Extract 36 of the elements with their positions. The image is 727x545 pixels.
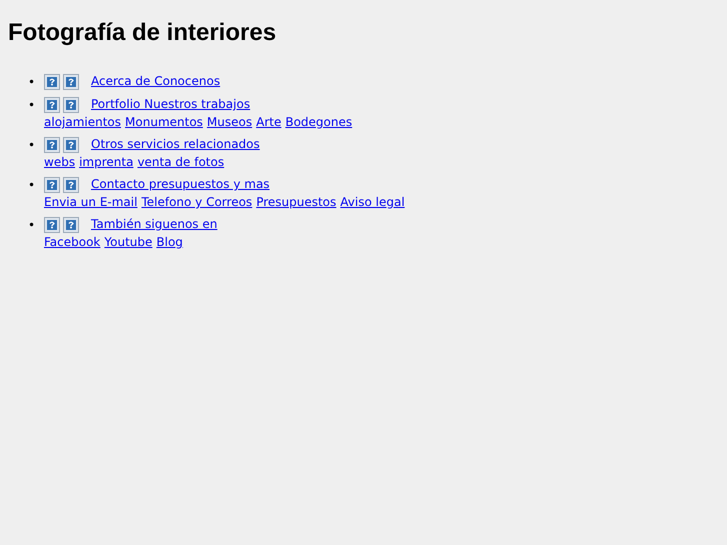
submenu-link[interactable]: venta de fotos: [137, 154, 224, 171]
submenu-link[interactable]: Arte: [256, 114, 282, 131]
submenu-link[interactable]: Monumentos: [125, 114, 203, 131]
submenu-link[interactable]: webs: [44, 154, 76, 171]
broken-image-icon: [63, 217, 79, 233]
menu-link[interactable]: Portfolio Nuestros trabajos: [44, 91, 250, 114]
broken-image-icon: [63, 74, 79, 90]
submenu-link[interactable]: Bodegones: [285, 114, 352, 131]
submenu-link[interactable]: Museos: [206, 114, 252, 131]
bullet: •: [28, 217, 36, 234]
menu-link[interactable]: También siguenos en: [44, 211, 218, 234]
bullet: •: [28, 177, 36, 194]
submenu-link[interactable]: Facebook: [44, 234, 100, 251]
broken-image-icon: [63, 177, 79, 193]
submenu-link[interactable]: Telefono y Correos: [141, 194, 252, 211]
broken-image-icon: [63, 137, 79, 153]
broken-image-icon: [44, 97, 60, 113]
submenu-link[interactable]: Envia un E-mail: [44, 194, 138, 211]
submenu-link[interactable]: Aviso legal: [340, 194, 405, 211]
broken-image-icon: [44, 74, 60, 90]
submenu-link[interactable]: Youtube: [104, 234, 152, 251]
broken-image-icon: [44, 177, 60, 193]
broken-image-icon: [44, 217, 60, 233]
page-title: Fotografía de interiores: [7, 18, 278, 48]
broken-image-icon: [63, 97, 79, 113]
submenu-link[interactable]: Blog: [156, 234, 183, 251]
submenu-link[interactable]: Presupuestos: [256, 194, 336, 211]
menu-link[interactable]: Contacto presupuestos y mas: [44, 171, 270, 194]
broken-image-icon: [44, 137, 60, 153]
bullet: •: [28, 74, 36, 91]
menu-link[interactable]: Acerca de Conocenos: [44, 68, 220, 91]
bullet: •: [28, 137, 36, 154]
menu-link[interactable]: Otros servicios relacionados: [44, 131, 260, 154]
bullet: •: [28, 97, 36, 114]
submenu-link[interactable]: imprenta: [79, 154, 134, 171]
submenu-link[interactable]: alojamientos: [44, 114, 122, 131]
